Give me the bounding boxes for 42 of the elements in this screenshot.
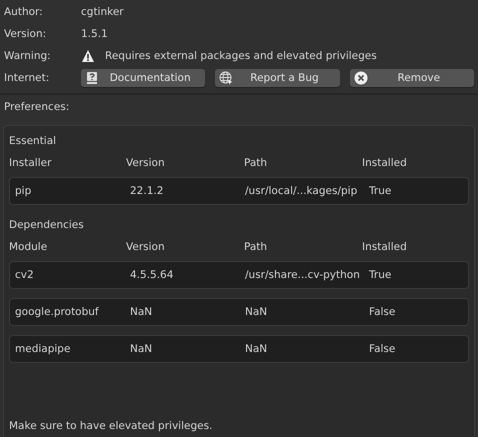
column-header: Installed [362, 241, 408, 253]
link-button[interactable]: Report a Bug [215, 68, 340, 86]
field-value: 1.5.1 [81, 28, 108, 40]
table-cell-text: google.protobuf [15, 306, 100, 318]
section-label: Preferences: [4, 101, 70, 113]
table-cell-text: /usr/share...cv-python [245, 269, 361, 281]
note-text: Make sure to have elevated privileges. [9, 420, 212, 432]
section-title: Essential [9, 135, 56, 147]
column-header: Version [126, 241, 166, 253]
field-label: Version: [4, 28, 48, 40]
link-button[interactable]: Documentation [81, 68, 206, 86]
table-cell-text: cv2 [15, 269, 35, 281]
table-cell-text: 22.1.2 [130, 185, 164, 197]
column-header: Path [244, 157, 268, 169]
warning-icon [81, 48, 95, 62]
field-label: Author: [4, 6, 44, 18]
remove-icon [354, 70, 368, 84]
table-cell-text: /usr/local/...kages/pip [245, 185, 358, 197]
table-cell-text: pip [15, 185, 32, 197]
table-cell-text: NaN [245, 343, 268, 355]
table-cell-text: NaN [245, 306, 268, 318]
table-cell-text: False [369, 343, 396, 355]
column-header: Path [244, 241, 268, 253]
table-cell-text: True [369, 185, 392, 197]
help-book-icon [85, 70, 99, 84]
column-header: Version [126, 157, 166, 169]
field-value: cgtinker [81, 6, 124, 18]
globe-cursor-icon [219, 70, 234, 84]
table-cell-text: True [369, 269, 392, 281]
column-header: Module [9, 241, 48, 253]
table-cell-text: NaN [130, 306, 154, 318]
section-title: Dependencies [9, 219, 84, 231]
table-cell-text: mediapipe [15, 343, 72, 355]
column-header: Installer [9, 157, 52, 169]
field-label: Internet: [4, 72, 50, 84]
column-header: Installed [362, 157, 408, 169]
remove-button[interactable]: Remove [350, 68, 474, 86]
field-label: Warning: [4, 50, 52, 62]
table-cell-text: 4.5.5.64 [130, 269, 174, 281]
table-cell-text: NaN [130, 343, 154, 355]
table-cell-text: False [369, 306, 396, 318]
field-value: Requires external packages and elevated privileges [105, 50, 377, 62]
